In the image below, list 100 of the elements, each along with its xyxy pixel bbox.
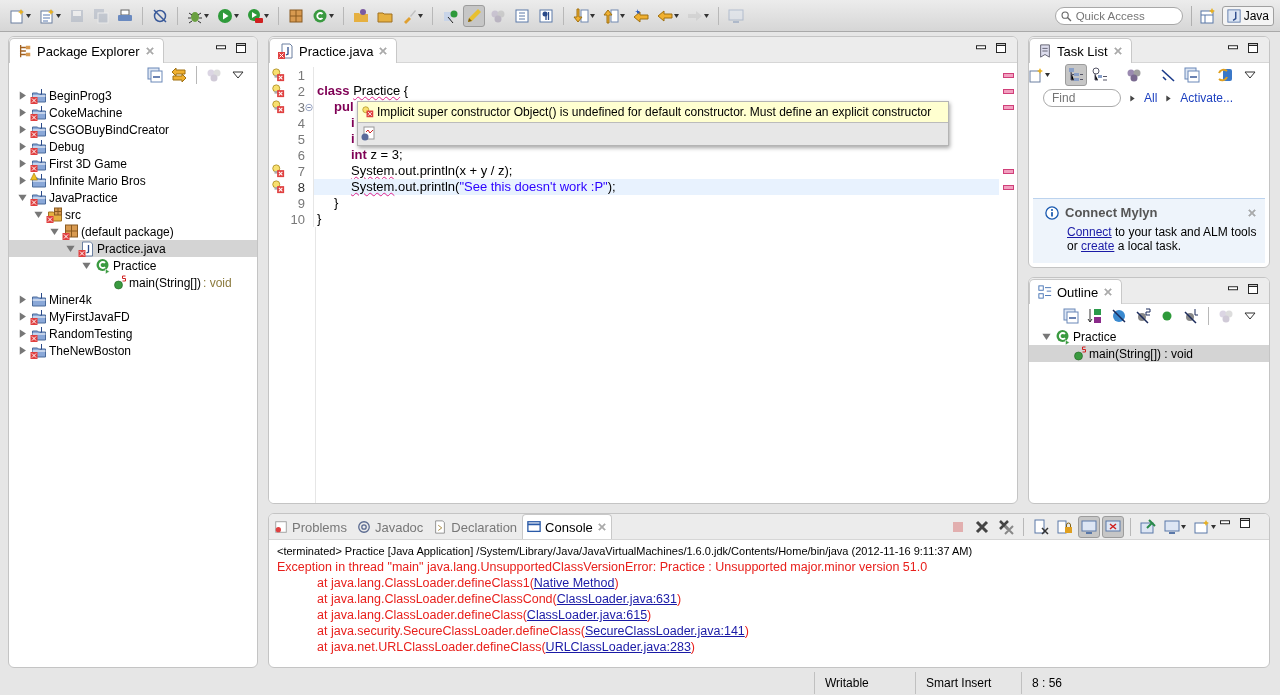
source-link[interactable]: Native Method bbox=[533, 576, 615, 590]
caret-icon[interactable] bbox=[264, 13, 269, 18]
collapsed-arrow-icon[interactable] bbox=[17, 124, 28, 135]
caret-icon[interactable] bbox=[56, 13, 61, 18]
collapsed-arrow-icon[interactable] bbox=[17, 311, 28, 322]
tree-item[interactable]: Miner4k bbox=[9, 291, 257, 308]
collapsed-arrow-icon[interactable] bbox=[17, 175, 28, 186]
expanded-arrow-icon[interactable] bbox=[17, 192, 28, 203]
tree-item[interactable]: Debug bbox=[9, 138, 257, 155]
line-number: 8 bbox=[296, 179, 305, 195]
caret-icon[interactable] bbox=[1181, 524, 1186, 529]
collapsed-arrow-icon[interactable] bbox=[17, 345, 28, 356]
tree-item[interactable]: src bbox=[9, 206, 257, 223]
view-tab[interactable]: Declaration bbox=[428, 514, 523, 539]
caret-icon[interactable] bbox=[590, 13, 595, 18]
remove-all-icon bbox=[998, 518, 1014, 535]
filter-link[interactable]: All bbox=[1144, 91, 1158, 105]
caret-icon[interactable] bbox=[1211, 524, 1216, 529]
close-icon[interactable] bbox=[596, 522, 607, 532]
collapsed-arrow-icon[interactable] bbox=[17, 158, 28, 169]
tree-item[interactable]: main(String[]) : void bbox=[9, 274, 257, 291]
error-marker[interactable] bbox=[1002, 72, 1014, 78]
collapsed-arrow-icon[interactable] bbox=[17, 328, 28, 339]
expanded-arrow-icon[interactable] bbox=[65, 243, 76, 254]
caret-icon[interactable] bbox=[234, 13, 239, 18]
maximize-icon[interactable] bbox=[1247, 42, 1259, 54]
close-icon[interactable] bbox=[1103, 287, 1114, 297]
caret-icon[interactable] bbox=[418, 13, 423, 18]
source-link[interactable]: ClassLoader.java:615 bbox=[526, 608, 648, 622]
collapsed-arrow-icon[interactable] bbox=[17, 107, 28, 118]
caret-icon[interactable] bbox=[674, 13, 679, 18]
expanded-arrow-icon[interactable] bbox=[49, 226, 60, 237]
link[interactable]: create bbox=[1081, 239, 1115, 253]
caret-icon[interactable] bbox=[26, 13, 31, 18]
tree-item[interactable]: MyFirstJavaFD bbox=[9, 308, 257, 325]
caret-icon[interactable] bbox=[204, 13, 209, 18]
tree-item[interactable]: CokeMachine bbox=[9, 104, 257, 121]
view-tab[interactable]: Javadoc bbox=[351, 514, 429, 539]
view-tab[interactable]: Outline bbox=[1029, 279, 1123, 304]
tree-item[interactable]: RandomTesting bbox=[9, 325, 257, 342]
tree-item[interactable]: main(String[]) : void bbox=[1029, 345, 1269, 362]
remove-icon bbox=[974, 518, 990, 535]
highlighter-icon bbox=[466, 7, 482, 24]
error-marker[interactable] bbox=[1002, 184, 1014, 190]
tree-item[interactable]: Practice.java bbox=[9, 240, 257, 257]
tree-item[interactable]: BeginProg3 bbox=[9, 87, 257, 104]
collapse-icon[interactable] bbox=[305, 102, 313, 112]
source-link[interactable]: URLClassLoader.java:283 bbox=[545, 640, 691, 654]
tree-item[interactable]: (default package) bbox=[9, 223, 257, 240]
tree-item[interactable]: First 3D Game bbox=[9, 155, 257, 172]
quick-access-field[interactable]: Quick Access bbox=[1054, 6, 1183, 25]
triangle-icon bbox=[1129, 93, 1136, 103]
expanded-arrow-icon[interactable] bbox=[1041, 331, 1052, 342]
collapsed-arrow-icon[interactable] bbox=[17, 294, 28, 305]
tree-item[interactable]: JavaPractice bbox=[9, 189, 257, 206]
lightbulb-error-icon[interactable] bbox=[271, 84, 285, 98]
lightbulb-error-icon[interactable] bbox=[271, 100, 285, 114]
view-tab[interactable]: Console bbox=[522, 514, 612, 539]
collapsed-arrow-icon[interactable] bbox=[17, 90, 28, 101]
tree-item[interactable]: Practice bbox=[1029, 328, 1269, 345]
sort-icon bbox=[1087, 308, 1103, 324]
maximize-icon[interactable] bbox=[995, 42, 1007, 54]
source-link[interactable]: ClassLoader.java:631 bbox=[556, 592, 677, 606]
maximize-icon[interactable] bbox=[1239, 516, 1251, 529]
error-marker[interactable] bbox=[1002, 168, 1014, 174]
maximize-icon[interactable] bbox=[235, 42, 247, 54]
quick-fix-icon[interactable] bbox=[360, 126, 376, 142]
source-link[interactable]: SecureClassLoader.java:141 bbox=[584, 624, 745, 638]
expanded-arrow-icon[interactable] bbox=[81, 260, 92, 271]
editor-tab[interactable]: Practice.java bbox=[269, 38, 398, 63]
close-icon[interactable] bbox=[1112, 46, 1123, 56]
close-icon[interactable] bbox=[144, 46, 155, 56]
perspective-button[interactable]: Java bbox=[1221, 5, 1274, 26]
close-icon[interactable] bbox=[378, 46, 389, 56]
console-icon bbox=[527, 520, 542, 534]
tree-item[interactable]: CSGOBuyBindCreator bbox=[9, 121, 257, 138]
two-arrows-icon bbox=[171, 67, 187, 83]
lightbulb-error-icon[interactable] bbox=[271, 164, 285, 178]
collapsed-arrow-icon[interactable] bbox=[17, 141, 28, 152]
tree-item[interactable]: Practice bbox=[9, 257, 257, 274]
find-field[interactable]: Find bbox=[1043, 89, 1121, 107]
expanded-arrow-icon[interactable] bbox=[33, 209, 44, 220]
arrow-left-icon bbox=[657, 7, 673, 24]
view-tab[interactable]: Package Explorer bbox=[9, 38, 164, 63]
console-header: <terminated> Practice [Java Application] /System/Library/Java/JavaVirtualMachines/1.6.0.jdk/Contents/Home/bin/java (2012-11-16 9:11:37 AM) bbox=[277, 544, 974, 559]
lightbulb-error-icon[interactable] bbox=[271, 180, 285, 194]
tree-item[interactable]: TheNewBoston bbox=[9, 342, 257, 359]
view-tab[interactable]: Task List bbox=[1029, 38, 1132, 63]
tree-item[interactable]: Infinite Mario Bros bbox=[9, 172, 257, 189]
error-marker[interactable] bbox=[1002, 104, 1014, 110]
caret-icon[interactable] bbox=[329, 13, 334, 18]
link[interactable]: Connect bbox=[1067, 225, 1112, 239]
lightbulb-error-icon[interactable] bbox=[271, 68, 285, 82]
error-marker[interactable] bbox=[1002, 88, 1014, 94]
view-tab[interactable]: Problems bbox=[269, 514, 352, 539]
caret-icon[interactable] bbox=[1045, 73, 1050, 77]
caret-icon[interactable] bbox=[620, 13, 625, 18]
filter-link[interactable]: Activate... bbox=[1180, 91, 1234, 105]
open-perspective-icon[interactable] bbox=[1199, 7, 1216, 24]
maximize-icon[interactable] bbox=[1247, 283, 1259, 295]
